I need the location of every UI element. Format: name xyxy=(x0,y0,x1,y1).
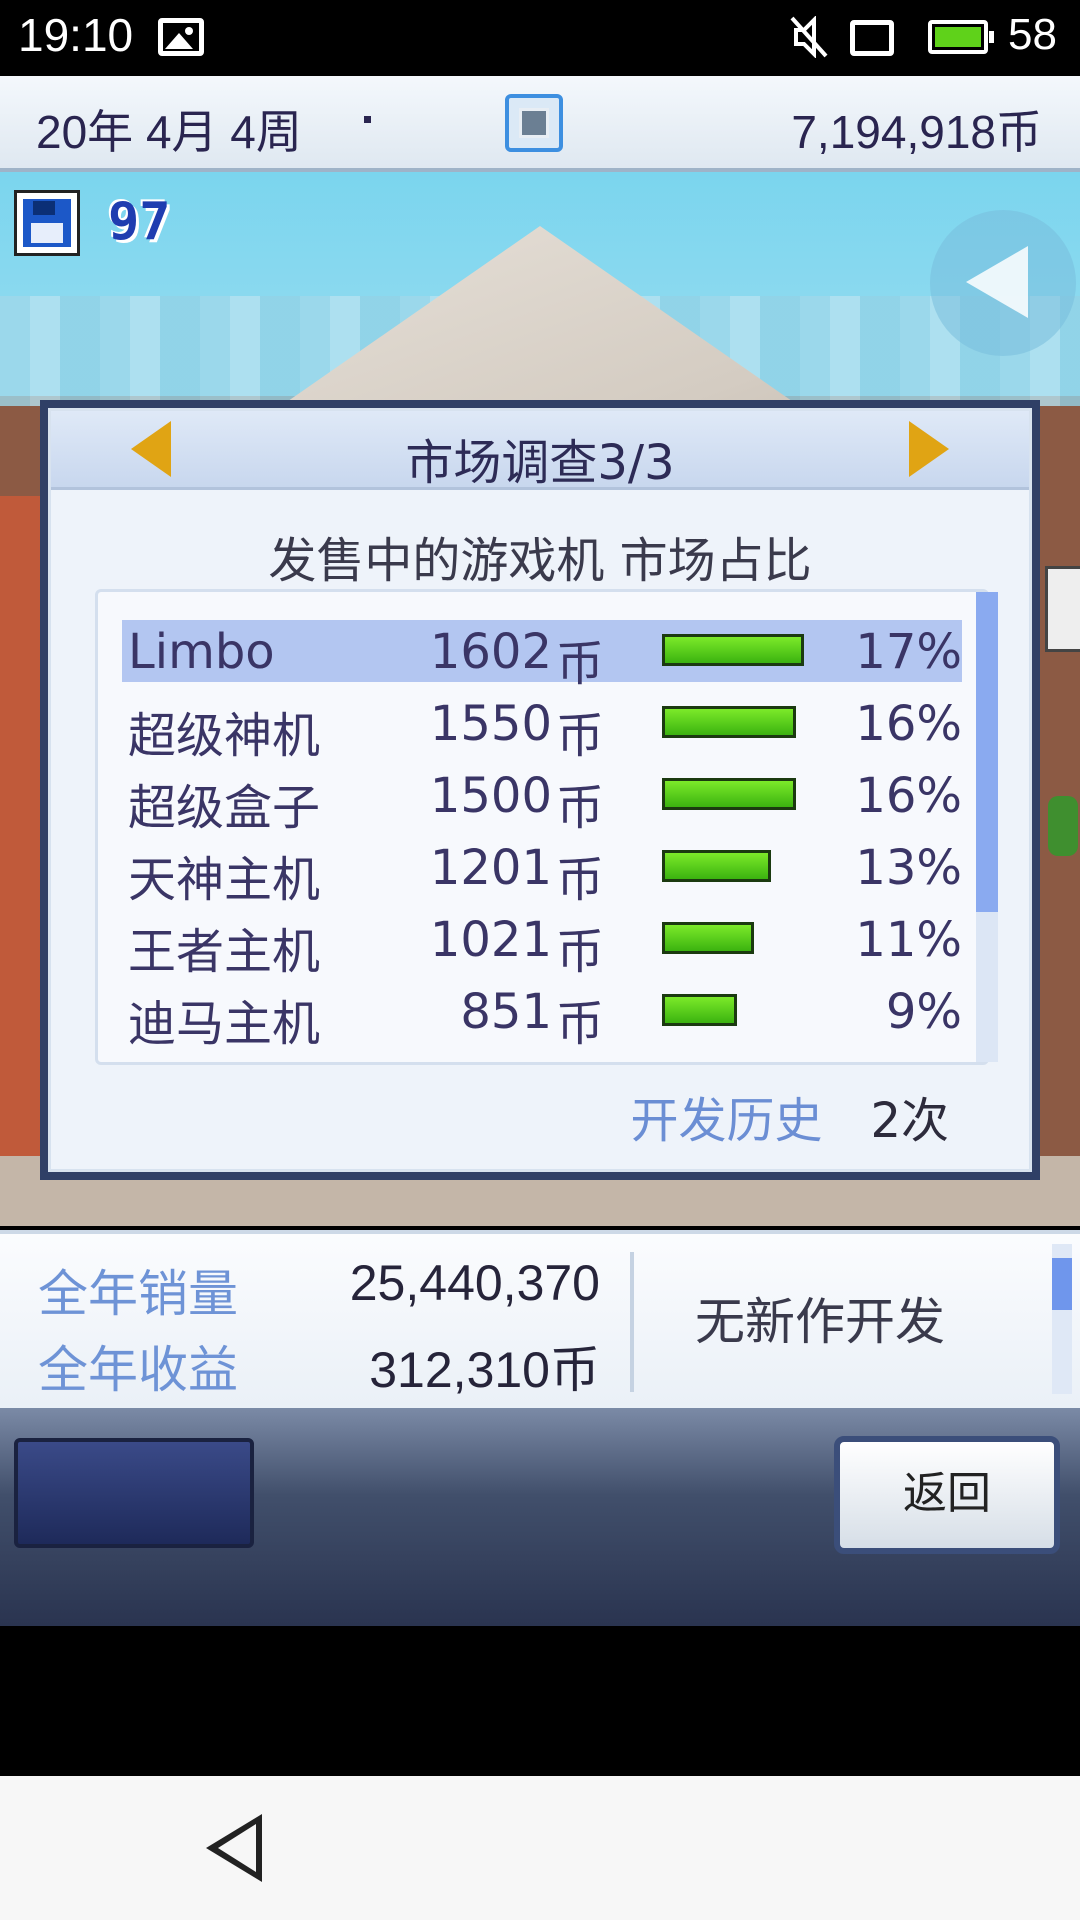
currency-unit: 币 xyxy=(556,780,605,836)
back-button[interactable]: 返回 xyxy=(834,1436,1060,1554)
currency-unit: 币 xyxy=(556,708,605,764)
console-name: Limbo xyxy=(128,624,275,680)
history-value: 2次 xyxy=(870,1093,949,1149)
console-name: 超级神机 xyxy=(128,708,321,764)
image-icon xyxy=(158,18,204,56)
save-count: 97 xyxy=(108,192,171,252)
menu-button[interactable] xyxy=(14,1438,254,1548)
money-display: 7,194,918币 xyxy=(791,106,1042,158)
computer-prop xyxy=(1045,566,1080,652)
date-indicator xyxy=(364,116,371,123)
share-bar xyxy=(662,706,796,738)
console-row[interactable]: 超级神机 1550 币 16% xyxy=(122,692,962,764)
clock: 19:10 xyxy=(18,9,134,61)
currency-unit: 币 xyxy=(556,852,605,908)
console-price: 1021 xyxy=(429,912,552,968)
development-history: 开发历史 2次 xyxy=(51,1081,949,1151)
currency-unit: 币 xyxy=(556,636,605,692)
share-percent: 17% xyxy=(855,624,962,680)
game-date: 20年 4月 4周 xyxy=(36,106,302,158)
console-price: 1201 xyxy=(429,840,552,896)
console-name: 迪马主机 xyxy=(128,996,321,1052)
console-row[interactable]: Limbo 1602 币 17% xyxy=(122,620,962,692)
console-name: 超级盒子 xyxy=(128,780,321,836)
annual-stats: 全年销量 25,440,370 全年收益 312,310币 无新作开发 xyxy=(0,1230,1080,1412)
play-button[interactable] xyxy=(930,210,1076,356)
console-share-list[interactable]: Limbo 1602 币 17% 超级神机 1550 币 16% 超级盒子 15… xyxy=(95,589,998,1065)
next-page-arrow-icon[interactable] xyxy=(909,421,949,477)
sim-card-icon xyxy=(850,20,894,56)
scrollbar-thumb[interactable] xyxy=(976,592,998,912)
console-row[interactable]: 王者主机 1021 币 11% xyxy=(122,908,962,980)
share-percent: 9% xyxy=(885,984,962,1040)
development-status: 无新作开发 xyxy=(695,1293,945,1351)
annual-revenue-value: 312,310币 xyxy=(369,1342,600,1398)
share-percent: 13% xyxy=(855,840,962,896)
camera-icon[interactable] xyxy=(505,94,563,152)
share-percent: 11% xyxy=(855,912,962,968)
battery-level: 58 xyxy=(1008,10,1057,59)
console-price: 1550 xyxy=(429,696,552,752)
currency-unit: 币 xyxy=(556,996,605,1052)
bottom-bar: 返回 xyxy=(0,1408,1080,1626)
annual-revenue-label: 全年收益 xyxy=(38,1341,238,1399)
console-price: 1500 xyxy=(429,768,552,824)
share-bar xyxy=(662,778,796,810)
share-bar xyxy=(662,634,804,666)
panel-header: 市场调查3/3 xyxy=(51,411,1029,491)
share-percent: 16% xyxy=(855,696,962,752)
share-percent: 16% xyxy=(855,768,962,824)
annual-sales-value: 25,440,370 xyxy=(349,1255,600,1311)
console-row[interactable]: 超级盒子 1500 币 16% xyxy=(122,764,962,836)
stats-scrollbar[interactable] xyxy=(1052,1244,1072,1394)
status-bar: 19:10 58 xyxy=(0,0,1080,76)
panel-subtitle: 发售中的游戏机 市场占比 xyxy=(268,533,812,589)
plant-prop xyxy=(1048,796,1078,856)
currency-unit: 币 xyxy=(556,924,605,980)
stats-divider xyxy=(630,1252,634,1392)
panel-title: 市场调查3/3 xyxy=(405,435,675,491)
console-row[interactable]: 天神主机 1201 币 13% xyxy=(122,836,962,908)
top-hud: 20年 4月 4周 7,194,918币 xyxy=(0,76,1080,172)
floppy-disk-icon[interactable] xyxy=(14,190,80,256)
annual-sales-label: 全年销量 xyxy=(38,1265,238,1323)
history-label: 开发历史 xyxy=(630,1093,823,1149)
share-bar xyxy=(662,994,737,1026)
navigation-bar xyxy=(0,1776,1080,1920)
play-triangle-icon xyxy=(966,246,1028,318)
share-bar xyxy=(662,850,771,882)
console-name: 天神主机 xyxy=(128,852,321,908)
console-row[interactable]: 迪马主机 851 币 9% xyxy=(122,980,962,1052)
console-price: 1602 xyxy=(429,624,552,680)
list-scrollbar[interactable] xyxy=(976,592,998,1062)
mute-icon xyxy=(790,16,828,58)
console-name: 王者主机 xyxy=(128,924,321,980)
share-bar xyxy=(662,922,754,954)
battery-icon xyxy=(928,20,994,54)
market-survey-panel: 市场调查3/3 发售中的游戏机 市场占比 Limbo 1602 币 17% 超级… xyxy=(40,400,1040,1180)
console-price: 851 xyxy=(460,984,552,1040)
